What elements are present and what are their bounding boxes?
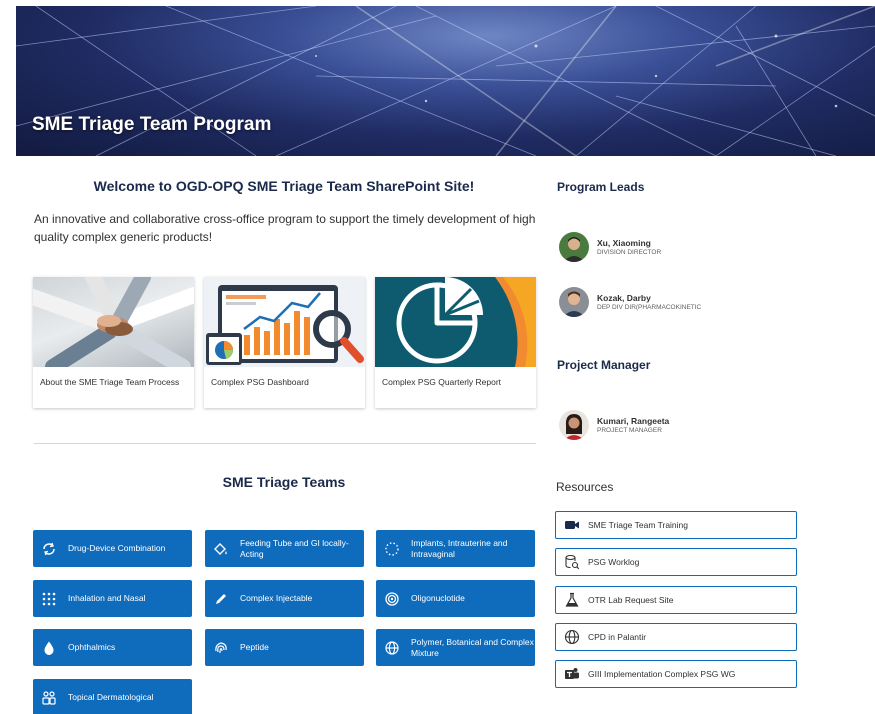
team-polymer-botanical-button[interactable]: Polymer, Botanical and Complex Mixture [376,629,535,666]
team-complex-injectable-button[interactable]: Complex Injectable [205,580,364,617]
team-label: Complex Injectable [240,593,313,603]
card-psg-dashboard[interactable]: Complex PSG Dashboard [204,277,365,408]
team-label: Ophthalmics [68,642,116,652]
team-inhalation-nasal-button[interactable]: Inhalation and Nasal [33,580,192,617]
welcome-heading: Welcome to OGD-OPQ SME Triage Team Share… [93,178,475,194]
flask-icon [564,592,580,608]
person-name: Kumari, Rangeeta [597,415,670,426]
person-card[interactable]: Kozak, Darby DEP DIV DIR(PHARMACOKINETIC [559,287,701,317]
avatar [559,287,589,317]
hero-banner: SME Triage Team Program [16,6,875,156]
page-title: SME Triage Team Program [32,114,272,135]
resource-label: OTR Lab Request Site [588,595,674,605]
team-drug-device-combination-button[interactable]: Drug-Device Combination [33,530,192,567]
person-card[interactable]: Xu, Xiaoming DIVISION DIRECTOR [559,232,661,262]
resource-otr-lab-request-link[interactable]: OTR Lab Request Site [555,586,797,614]
program-leads-heading: Program Leads [557,180,645,194]
person-name: Kozak, Darby [597,292,651,303]
team-label: Peptide [240,642,269,652]
welcome-description: An innovative and collaborative cross-of… [34,212,536,244]
person-title: DEP DIV DIR(PHARMACOKINETIC [597,303,702,311]
drop-icon [40,639,58,657]
resource-label: GIII Implementation Complex PSG WG [588,669,736,679]
sync-icon [40,540,58,558]
spiral-icon [383,590,401,608]
project-manager-heading: Project Manager [557,358,651,372]
person-title: DIVISION DIRECTOR [597,248,662,256]
video-icon [564,517,580,533]
team-implants-button[interactable]: Implants, Intrauterine and Intravaginal [376,530,535,567]
team-label: Polymer, Botanical and Complex Mixture [411,636,534,658]
resource-sme-training-link[interactable]: SME Triage Team Training [555,511,797,539]
card-label: Complex PSG Dashboard [211,377,309,387]
team-topical-dermatological-button[interactable]: Topical Dermatological [33,679,192,714]
resource-label: CPD in Palantir [588,632,647,642]
dotted-circle-icon [383,540,401,558]
team-label: Topical Dermatological [68,692,154,702]
person-card[interactable]: Kumari, Rangeeta PROJECT MANAGER [559,410,669,440]
dashboard-chart-illustration [204,277,365,367]
card-label: About the SME Triage Team Process [40,377,180,387]
resources-heading: Resources [556,480,614,494]
globe-icon [383,639,401,657]
section-divider [34,443,536,444]
team-label: Inhalation and Nasal [68,593,146,603]
resource-label: SME Triage Team Training [588,520,688,530]
person-name: Xu, Xiaoming [597,237,651,248]
teams-icon [564,666,580,682]
avatar [559,232,589,262]
team-feeding-tube-button[interactable]: Feeding Tube and GI locally-Acting [205,530,364,567]
resource-psg-worklog-link[interactable]: PSG Worklog [555,548,797,576]
database-search-icon [564,554,580,570]
card-about-process[interactable]: About the SME Triage Team Process [33,277,194,408]
person-title: PROJECT MANAGER [597,426,662,434]
pie-chart-illustration [375,277,536,367]
resource-label: PSG Worklog [588,557,640,567]
pencil-icon [212,590,230,608]
hands-together-photo [33,277,194,367]
people-icon [40,689,58,707]
card-psg-quarterly-report[interactable]: Complex PSG Quarterly Report [375,277,536,408]
team-label: Implants, Intrauterine and Intravaginal [411,537,508,559]
dot-grid-icon [40,590,58,608]
resource-giii-implementation-link[interactable]: GIII Implementation Complex PSG WG [555,660,797,688]
team-label: Oligonuclotide [411,593,465,603]
team-label: Feeding Tube and GI locally-Acting [240,537,349,559]
paint-bucket-icon [212,540,230,558]
team-peptide-button[interactable]: Peptide [205,629,364,666]
card-label: Complex PSG Quarterly Report [382,377,502,387]
team-label: Drug-Device Combination [68,543,166,553]
team-oligonuclotide-button[interactable]: Oligonuclotide [376,580,535,617]
avatar [559,410,589,440]
teams-heading: SME Triage Teams [222,474,346,490]
globe-icon [564,629,580,645]
fingerprint-icon [212,639,230,657]
resource-cpd-palantir-link[interactable]: CPD in Palantir [555,623,797,651]
team-ophthalmics-button[interactable]: Ophthalmics [33,629,192,666]
